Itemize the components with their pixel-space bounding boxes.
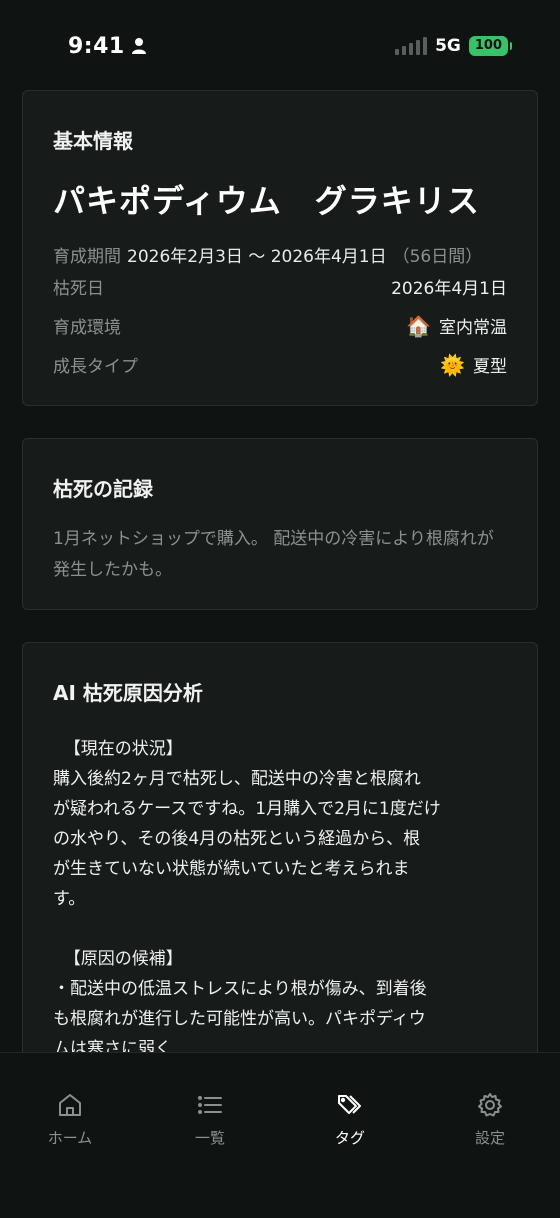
plant-name: パキポディウム グラキリス (53, 182, 480, 220)
network-type: 5G (435, 36, 461, 56)
home-icon (59, 1094, 81, 1116)
status-time: 9:41 (68, 33, 125, 59)
info-value: 2026年4月1日 (391, 274, 507, 299)
period-days: （56日間） (392, 247, 483, 267)
nav-tag[interactable]: タグ (280, 1091, 420, 1218)
status-left: 9:41 (68, 34, 147, 59)
signal-icon (395, 37, 428, 55)
environment-value: 室内常温 (439, 318, 507, 338)
sun-icon: 🌞 (440, 352, 465, 377)
basic-info-card: 基本情報 パキポディウム グラキリス 育成期間 2026年2月3日 〜 2026… (22, 90, 538, 406)
person-icon (131, 38, 146, 54)
list-icon (198, 1096, 222, 1114)
nav-list[interactable]: 一覧 (140, 1091, 280, 1218)
death-date-value: 2026年4月1日 (391, 279, 507, 299)
nav-home-label: ホーム (47, 1129, 93, 1147)
nav-home[interactable]: ホーム (0, 1091, 140, 1218)
nav-settings[interactable]: 設定 (420, 1091, 560, 1218)
period-label: 育成期間 (53, 247, 121, 267)
info-row-death-date: 枯死日 2026年4月1日 (53, 267, 507, 306)
death-record-card: 枯死の記録 1月ネットショップで購入。 配送中の冷害により根腐れが発生したかも。 (22, 438, 538, 610)
status-right: 5G 100 (395, 36, 513, 56)
ai-analysis-body: 【現在の状況】 購入後約2ヶ月で枯死し、配送中の冷害と根腐れ が疑われるケースで… (53, 739, 441, 1059)
info-value: 🌞 夏型 (440, 352, 507, 378)
death-record-memo: 1月ネットショップで購入。 配送中の冷害により根腐れが発生したかも。 (53, 529, 494, 580)
nav-tag-label: タグ (334, 1129, 365, 1147)
bottom-nav: ホーム 一覧 タグ 設定 (0, 1052, 560, 1218)
info-row-growth-type: 成長タイプ 🌞 夏型 (53, 345, 507, 384)
growth-type-value: 夏型 (473, 357, 507, 377)
nav-list-label: 一覧 (194, 1129, 225, 1147)
info-label: 成長タイプ (53, 357, 138, 377)
tag-icon (338, 1095, 361, 1114)
info-label: 枯死日 (53, 279, 104, 299)
status-bar: 9:41 5G 100 (0, 0, 560, 92)
info-label: 育成環境 (53, 318, 121, 338)
info-value: 🏠 室内常温 (406, 313, 507, 339)
period-value: 2026年2月3日 〜 2026年4月1日 (127, 247, 387, 267)
house-icon: 🏠 (406, 313, 431, 338)
info-row-environment: 育成環境 🏠 室内常温 (53, 306, 507, 345)
growth-period: 育成期間 2026年2月3日 〜 2026年4月1日 （56日間） (53, 242, 507, 267)
gear-icon (478, 1093, 502, 1117)
battery-icon: 100 (468, 36, 513, 56)
nav-settings-label: 設定 (474, 1129, 505, 1147)
ai-analysis-title: AI 枯死原因分析 (53, 681, 203, 705)
death-record-title: 枯死の記録 (53, 477, 153, 501)
basic-info-title: 基本情報 (53, 129, 133, 153)
